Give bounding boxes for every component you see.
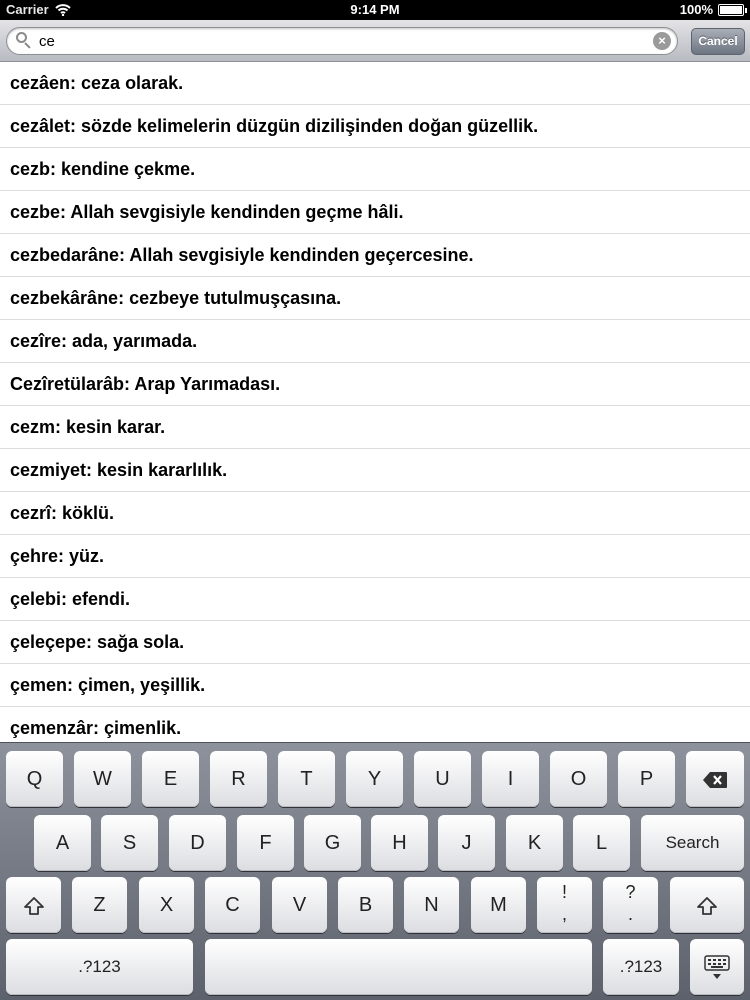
key-x[interactable]: X [139,877,194,933]
backspace-key[interactable] [686,751,744,807]
key-r[interactable]: R [210,751,267,807]
list-item[interactable]: cezbekârâne: cezbeye tutulmuşçasına. [0,277,750,320]
keyboard-hide-icon [704,954,730,979]
key-question-period[interactable]: ? . [603,877,658,933]
search-input[interactable] [37,29,653,53]
key-s[interactable]: S [101,815,158,871]
cancel-button[interactable]: Cancel [691,28,745,55]
battery-icon [718,3,747,16]
search-icon [13,29,37,53]
key-b[interactable]: B [338,877,393,933]
hide-keyboard-key[interactable] [690,939,744,995]
list-item[interactable]: çeleçepe: sağa sola. [0,621,750,664]
key-f[interactable]: F [237,815,294,871]
key-g[interactable]: G [304,815,361,871]
key-l[interactable]: L [573,815,630,871]
shift-right-key[interactable] [670,877,744,933]
list-item[interactable]: cezâen: ceza olarak. [0,62,750,105]
key-p[interactable]: P [618,751,675,807]
list-item[interactable]: cezîre: ada, yarımada. [0,320,750,363]
results-list: cezâen: ceza olarak. cezâlet: sözde keli… [0,62,750,742]
key-a[interactable]: A [34,815,91,871]
key-h[interactable]: H [371,815,428,871]
key-z[interactable]: Z [72,877,127,933]
status-bar: Carrier 9:14 PM 100% [0,0,750,20]
shift-left-key[interactable] [6,877,61,933]
key-k[interactable]: K [506,815,563,871]
list-item[interactable]: Cezîretülarâb: Arap Yarımadası. [0,363,750,406]
battery-percentage: 100% [679,2,713,17]
list-item[interactable]: çehre: yüz. [0,535,750,578]
search-key[interactable]: Search [641,815,744,871]
keyboard: Q W E R T Y U I O P A S D F G H J K L Se… [0,742,750,1000]
list-item[interactable]: cezbe: Allah sevgisiyle kendinden geçme … [0,191,750,234]
key-top-char: ! [561,882,567,902]
list-item[interactable]: çemen: çimen, yeşillik. [0,664,750,707]
search-bar: × Cancel [0,20,750,62]
key-top-char: ? [625,882,636,902]
key-t[interactable]: T [278,751,335,807]
list-item[interactable]: çelebi: efendi. [0,578,750,621]
key-n[interactable]: N [404,877,459,933]
key-o[interactable]: O [550,751,607,807]
key-c[interactable]: C [205,877,260,933]
list-item[interactable]: cezbedarâne: Allah sevgisiyle kendinden … [0,234,750,277]
list-item[interactable]: cezm: kesin karar. [0,406,750,449]
numbers-key-right[interactable]: .?123 [603,939,679,995]
search-field[interactable]: × [6,27,678,55]
key-bottom-char: . [627,904,633,924]
key-y[interactable]: Y [346,751,403,807]
list-item[interactable]: cezrî: köklü. [0,492,750,535]
key-j[interactable]: J [438,815,495,871]
key-d[interactable]: D [169,815,226,871]
key-q[interactable]: Q [6,751,63,807]
shift-icon [697,896,717,915]
shift-icon [23,896,44,915]
list-item[interactable]: cezb: kendine çekme. [0,148,750,191]
key-w[interactable]: W [74,751,131,807]
key-m[interactable]: M [471,877,526,933]
clock: 9:14 PM [350,2,400,17]
clear-icon[interactable]: × [653,32,671,50]
backspace-icon [703,771,727,788]
key-v[interactable]: V [272,877,327,933]
list-item[interactable]: cezâlet: sözde kelimelerin düzgün dizili… [0,105,750,148]
key-u[interactable]: U [414,751,471,807]
key-exclaim-comma[interactable]: ! , [537,877,592,933]
key-e[interactable]: E [142,751,199,807]
list-item[interactable]: çemenzâr: çimenlik. [0,707,750,742]
key-bottom-char: , [561,904,567,924]
space-key[interactable] [205,939,592,995]
list-item[interactable]: cezmiyet: kesin kararlılık. [0,449,750,492]
numbers-key-left[interactable]: .?123 [6,939,193,995]
key-i[interactable]: I [482,751,539,807]
